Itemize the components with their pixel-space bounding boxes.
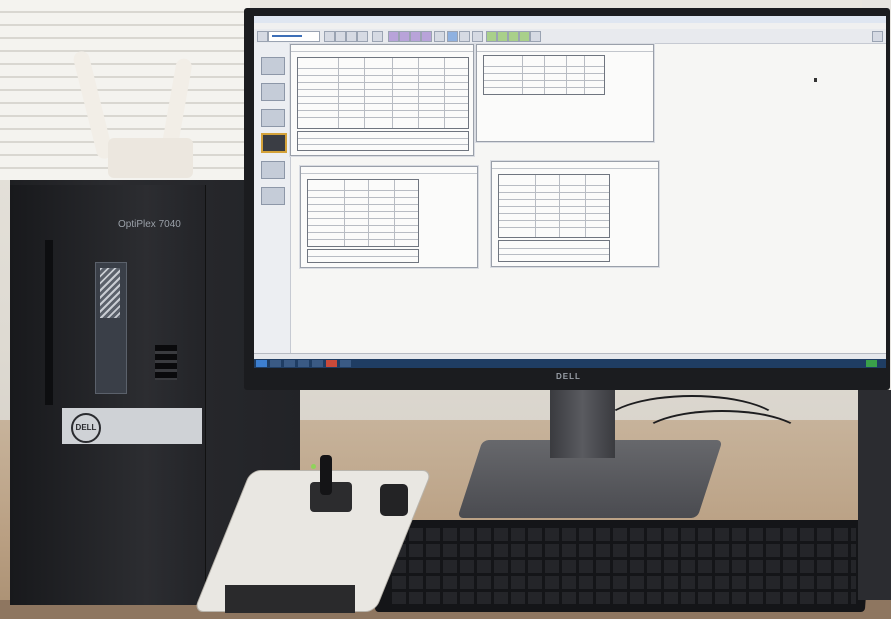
keyboard-key-rows [392, 528, 856, 604]
summary-table [307, 249, 419, 263]
app-titlebar [254, 16, 886, 23]
data-table [483, 55, 605, 95]
toolbar-button[interactable] [434, 31, 445, 42]
toolbar-button[interactable] [372, 31, 383, 42]
toolbar-button[interactable] [346, 31, 357, 42]
toolbar-button[interactable] [486, 31, 497, 42]
tool-icon[interactable] [261, 83, 285, 101]
progress-bar [272, 35, 302, 37]
panel-title [291, 45, 473, 52]
toolbar-button[interactable] [472, 31, 483, 42]
toolbar-button[interactable] [497, 31, 508, 42]
monitor-screen [254, 16, 886, 368]
status-led [311, 464, 316, 469]
toolbar-button[interactable] [508, 31, 519, 42]
mouse-cursor-icon [814, 78, 817, 82]
summary-table [297, 131, 469, 151]
data-table [297, 57, 469, 129]
pc-tower-front [10, 185, 206, 605]
taskbar-app-icon[interactable] [340, 360, 351, 367]
monitor-logo: DELL [556, 372, 581, 381]
toolbar [254, 29, 886, 44]
cable [640, 410, 804, 464]
tool-icon[interactable] [261, 161, 285, 179]
panel-bottom-right [491, 161, 659, 267]
toolbar-button[interactable] [257, 31, 268, 42]
toolbar-button[interactable] [421, 31, 432, 42]
toolbar-button[interactable] [530, 31, 541, 42]
sticker-logo-icon [100, 268, 120, 318]
selected-tool-icon[interactable] [261, 133, 287, 153]
toolbar-button[interactable] [410, 31, 421, 42]
summary-table [498, 240, 610, 262]
panel-title [492, 162, 658, 169]
tower-model-label: OptiPlex 7040 [118, 219, 181, 230]
start-button-icon[interactable] [256, 360, 267, 367]
panel-bottom-left [300, 166, 478, 268]
toolbar-button[interactable] [388, 31, 399, 42]
panel-title [477, 45, 653, 52]
side-object [858, 390, 891, 600]
data-table [307, 179, 419, 247]
tool-rail [254, 43, 291, 353]
taskbar-app-icon[interactable] [326, 360, 337, 367]
usb-ports [155, 345, 177, 380]
toolbar-button[interactable] [324, 31, 335, 42]
toolbar-button[interactable] [357, 31, 368, 42]
system-tray-icon[interactable] [866, 360, 877, 367]
panel-top-left [290, 44, 474, 156]
joystick-icon [320, 455, 332, 495]
tool-icon[interactable] [261, 109, 285, 127]
tool-icon[interactable] [261, 187, 285, 205]
panel-top-right [476, 44, 654, 142]
toolbar-button[interactable] [519, 31, 530, 42]
help-button[interactable] [872, 31, 883, 42]
controller-front [225, 585, 355, 613]
optical-drive-slot [45, 240, 53, 405]
taskbar-app-icon[interactable] [270, 360, 281, 367]
windows-taskbar [254, 359, 886, 368]
toolbar-button[interactable] [335, 31, 346, 42]
dell-logo-icon: DELL [71, 413, 101, 443]
toolbar-button[interactable] [459, 31, 470, 42]
photo-scene: OptiPlex 7040 DELL DELL [0, 0, 891, 619]
taskbar-app-icon[interactable] [298, 360, 309, 367]
toolbar-button[interactable] [399, 31, 410, 42]
tool-icon[interactable] [261, 57, 285, 75]
data-table [498, 174, 610, 238]
taskbar-app-icon[interactable] [312, 360, 323, 367]
wifi-adapter [108, 138, 193, 178]
toolbar-button[interactable] [447, 31, 458, 42]
panel-title [301, 167, 477, 174]
controller-side-knob [380, 484, 408, 516]
taskbar-app-icon[interactable] [284, 360, 295, 367]
